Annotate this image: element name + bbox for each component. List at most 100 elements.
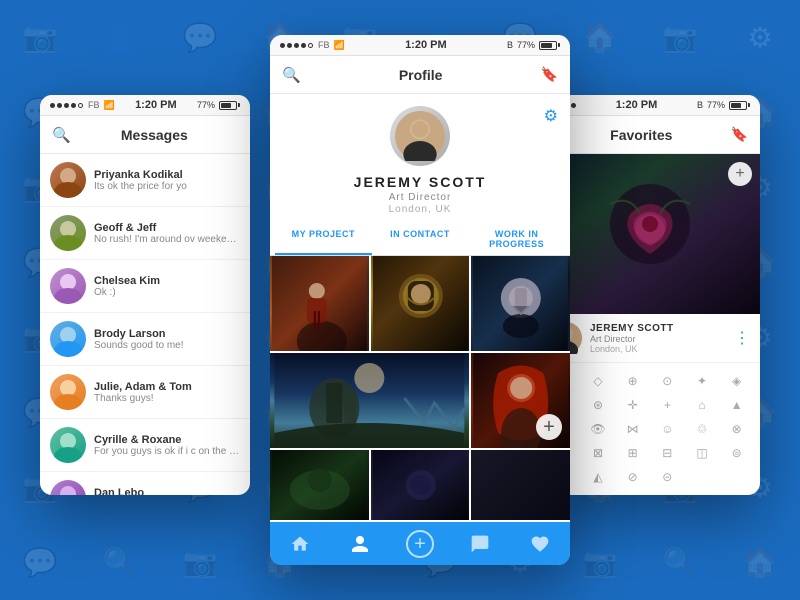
tab-work-in-progress[interactable]: WORK IN PROGRESS [468, 223, 565, 255]
phones-container: FB 📶 1:20 PM 77% 🔍 Messages [20, 15, 780, 585]
tab-my-project[interactable]: MY PROJECT [275, 223, 372, 255]
grid-icon[interactable]: ⊛ [583, 395, 614, 415]
gear-icon[interactable]: ⚙ [544, 106, 558, 126]
status-bar-left: FB 📶 1:20 PM 77% [40, 95, 250, 116]
tab-in-contact[interactable]: IN CONTACT [372, 223, 469, 255]
carrier-label: FB [88, 100, 100, 110]
battery-icon [729, 101, 750, 110]
battery-percentage: 77% [707, 100, 725, 110]
avatar [50, 427, 86, 463]
project-image[interactable] [270, 353, 469, 448]
messages-phone: FB 📶 1:20 PM 77% 🔍 Messages [40, 95, 250, 495]
list-item[interactable]: Chelsea Kim Ok :) [40, 260, 250, 313]
list-item[interactable]: Julie, Adam & Tom Thanks guys! [40, 366, 250, 419]
grid-icon[interactable]: ♲ [687, 419, 718, 439]
project-image[interactable] [471, 256, 570, 351]
featured-image[interactable]: + [540, 154, 760, 314]
signal-dots: FB 📶 [50, 100, 115, 111]
profile-avatar [390, 106, 450, 166]
project-image[interactable] [270, 450, 369, 520]
grid-icon[interactable]: ⊠ [583, 443, 614, 463]
project-image[interactable] [471, 450, 570, 520]
bluetooth-icon: B [507, 40, 513, 50]
bookmark-icon[interactable]: 🔖 [541, 66, 558, 83]
messages-list: Priyanka Kodikal Its ok the price for yo… [40, 154, 250, 495]
sender-name: Brody Larson [94, 328, 240, 340]
bluetooth-icon: B [697, 100, 703, 110]
project-image-grid: + [270, 256, 570, 522]
profile-nav: 🔍 Profile 🔖 [270, 56, 570, 94]
grid-icon[interactable]: ⊞ [617, 443, 648, 463]
user-role: Art Director [590, 334, 726, 344]
grid-icon[interactable]: ⊟ [652, 443, 683, 463]
message-preview: Thanks guys! [94, 393, 240, 404]
grid-icon[interactable]: ⊜ [721, 443, 752, 463]
profile-location: London, UK [389, 204, 452, 215]
add-favorites-button[interactable]: + [728, 162, 752, 186]
message-content: Chelsea Kim Ok :) [94, 275, 240, 298]
avatar [50, 268, 86, 304]
message-preview: For you guys is ok if i c on the app? [94, 446, 240, 457]
profile-name: JEREMY SCOTT [354, 174, 487, 190]
message-content: Dan Lebo The design is perfect!!! [94, 487, 240, 496]
list-item[interactable]: Priyanka Kodikal Its ok the price for yo [40, 154, 250, 207]
favorite-user-card[interactable]: JEREMY SCOTT Art Director London, UK ⋮ [540, 314, 760, 363]
grid-icon[interactable]: ◈ [721, 371, 752, 391]
grid-icon[interactable]: ⊝ [652, 467, 683, 487]
search-icon[interactable]: 🔍 [282, 66, 301, 84]
list-item[interactable]: Cyrille & Roxane For you guys is ok if i… [40, 419, 250, 472]
avatar [50, 480, 86, 495]
more-options-icon[interactable]: ⋮ [734, 328, 750, 348]
message-preview: No rush! I'm around ov weekend too if i … [94, 234, 240, 245]
grid-icon[interactable]: ⌂ [687, 395, 718, 415]
message-content: Brody Larson Sounds good to me! [94, 328, 240, 351]
tab-profile[interactable] [330, 530, 390, 558]
tab-messages[interactable] [450, 530, 510, 558]
project-image[interactable] [371, 256, 470, 351]
wifi-icon: 📶 [104, 100, 115, 111]
time-display: 1:20 PM [135, 99, 177, 111]
tab-favorites[interactable] [510, 530, 570, 558]
message-content: Julie, Adam & Tom Thanks guys! [94, 381, 240, 404]
list-item[interactable]: Dan Lebo The design is perfect!!! [40, 472, 250, 495]
grid-icon[interactable]: ◭ [583, 467, 614, 487]
grid-icon[interactable]: ☺ [652, 419, 683, 439]
project-image[interactable] [371, 450, 470, 520]
grid-icon[interactable]: ⊘ [617, 467, 648, 487]
add-button[interactable]: + [536, 414, 562, 440]
grid-icon[interactable]: 👁 [583, 419, 614, 439]
grid-icon[interactable]: ▲ [721, 395, 752, 415]
avatar [50, 215, 86, 251]
sender-name: Dan Lebo [94, 487, 240, 496]
profile-phone: FB 📶 1:20 PM B 77% 🔍 Profile 🔖 ⚙ [270, 35, 570, 565]
list-item[interactable]: Brody Larson Sounds good to me! [40, 313, 250, 366]
grid-icon[interactable]: ⋈ [617, 419, 648, 439]
tools-icon-grid: ◎ ◇ ⊕ ⊙ ✦ ◈ ◉ ⊛ ✛ + ⌂ ▲ ⊡ 👁 ⋈ ☺ ♲ ⊗ ☁ ⊠ … [540, 363, 760, 495]
favorites-phone: 1:20 PM B 77% Favorites 🔖 [540, 95, 760, 495]
project-image[interactable] [270, 256, 369, 351]
avatar [50, 162, 86, 198]
bookmark-icon[interactable]: 🔖 [731, 126, 748, 143]
message-content: Priyanka Kodikal Its ok the price for yo [94, 169, 240, 192]
status-bar-right: 1:20 PM B 77% [540, 95, 760, 116]
status-bar-center: FB 📶 1:20 PM B 77% [270, 35, 570, 56]
profile-screen-title: Profile [301, 67, 541, 83]
list-item[interactable]: Geoff & Jeff No rush! I'm around ov week… [40, 207, 250, 260]
tab-home[interactable] [270, 530, 330, 558]
grid-icon[interactable]: ✦ [687, 371, 718, 391]
sender-name: Cyrille & Roxane [94, 434, 240, 446]
grid-icon[interactable]: ⊕ [617, 371, 648, 391]
profile-job-title: Art Director [389, 192, 452, 203]
grid-icon[interactable]: + [652, 395, 683, 415]
grid-icon[interactable]: ◇ [583, 371, 614, 391]
carrier-label: FB [318, 40, 330, 50]
grid-icon[interactable]: ⊗ [721, 419, 752, 439]
grid-icon[interactable]: ✛ [617, 395, 648, 415]
grid-icon[interactable]: ◫ [687, 443, 718, 463]
search-icon[interactable]: 🔍 [52, 126, 71, 144]
message-preview: Sounds good to me! [94, 340, 240, 351]
message-content: Geoff & Jeff No rush! I'm around ov week… [94, 222, 240, 245]
grid-icon[interactable]: ⊙ [652, 371, 683, 391]
tab-add[interactable]: + [390, 530, 450, 558]
sender-name: Chelsea Kim [94, 275, 240, 287]
